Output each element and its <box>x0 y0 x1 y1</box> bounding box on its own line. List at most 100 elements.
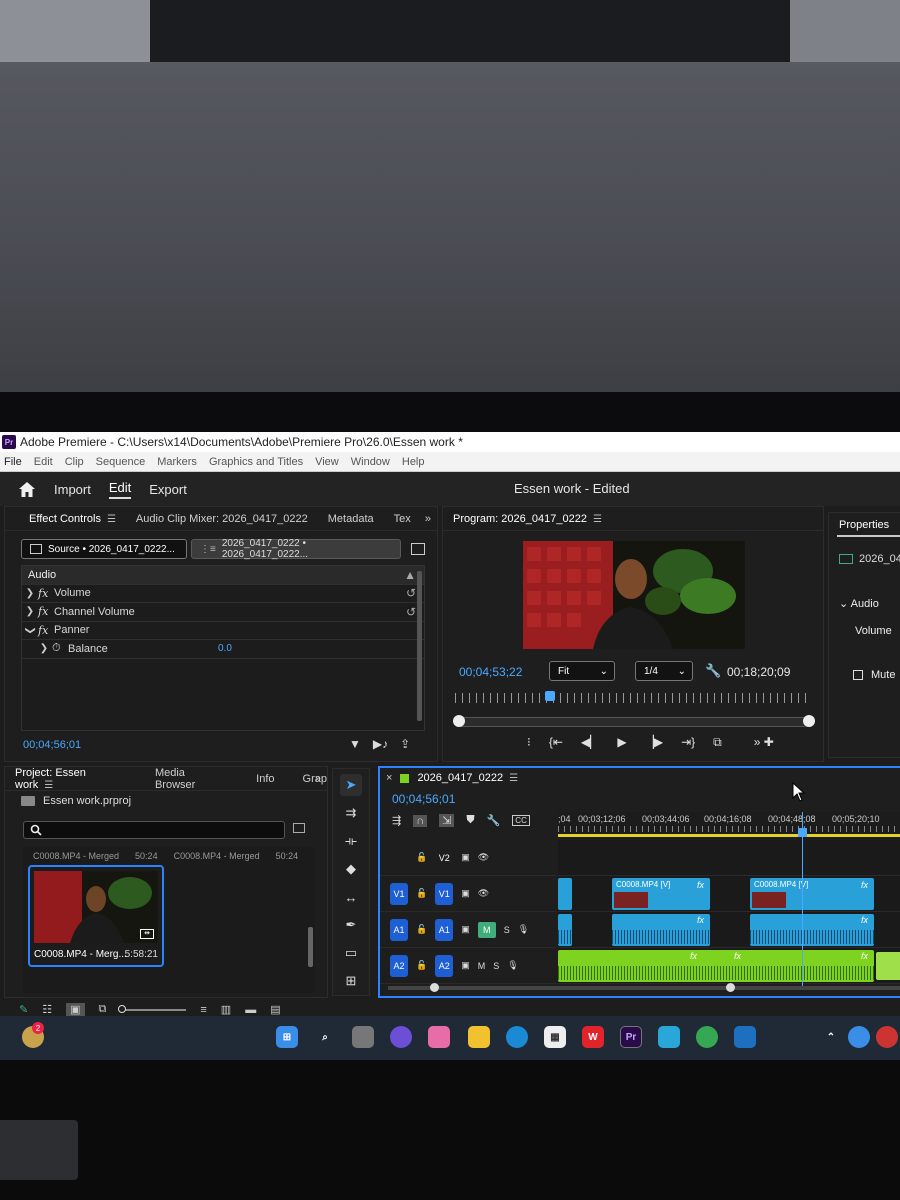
program-current-timecode[interactable]: 00;04;53;22 <box>459 665 522 679</box>
menu-view[interactable]: View <box>315 456 339 468</box>
solo-button-a1[interactable]: S <box>504 925 510 935</box>
snap-icon[interactable]: ∩ <box>413 814 428 827</box>
tab-metadata[interactable]: Metadata <box>328 513 374 525</box>
source-patch-a2[interactable]: A2 <box>390 954 408 977</box>
clip-thumbnail[interactable]: ⇹ C0008.MP4 - Merg... 5:58:21 <box>28 865 164 967</box>
source-clip-chip[interactable]: Source • 2026_0417_0222... <box>21 539 187 559</box>
timeline-clip[interactable]: C0008.MP4 [V] fx <box>612 878 710 910</box>
panel-layout-icon[interactable] <box>411 543 425 555</box>
go-to-in-icon[interactable]: {⇤ <box>549 735 563 750</box>
effect-row-panner[interactable]: ❯ fx Panner <box>22 622 424 640</box>
effect-controls-timecode[interactable]: 00;04;56;01 <box>23 739 81 751</box>
audio-clip[interactable]: fx <box>612 914 710 946</box>
more-controls-icon[interactable]: » ✚ <box>754 735 774 750</box>
new-folder-icon[interactable]: ▬ <box>245 1004 256 1016</box>
scroll-handle-left[interactable] <box>430 983 439 992</box>
audio-clip[interactable]: fx <box>750 914 874 946</box>
audio-clip[interactable]: fx fx fx <box>558 950 874 982</box>
balance-value[interactable]: 0.0 <box>218 643 232 654</box>
reset-icon[interactable]: ↺ <box>406 586 416 600</box>
project-search-input[interactable] <box>23 821 285 839</box>
checkbox[interactable] <box>853 670 863 680</box>
zoom-scrollbar[interactable] <box>457 717 809 727</box>
microphone-icon[interactable]: 🎙 <box>518 924 529 935</box>
panel-overflow-icon[interactable]: » <box>425 513 431 525</box>
automate-icon[interactable]: ▥ <box>221 1003 231 1016</box>
linked-selection-icon[interactable]: ⇲ <box>439 814 455 827</box>
nest-icon[interactable]: ⇶ <box>392 814 401 827</box>
export-frame-icon[interactable]: ⧉ <box>713 735 722 750</box>
meet-icon[interactable] <box>390 1026 412 1048</box>
sync-lock-icon[interactable]: ▣ <box>461 852 470 863</box>
freeform-view-icon[interactable]: ⧉ <box>99 1003 107 1016</box>
copilot-icon[interactable] <box>428 1026 450 1048</box>
list-view-icon[interactable]: ☷ <box>42 1003 52 1016</box>
chevron-right-icon[interactable]: ❯ <box>22 588 38 599</box>
file-explorer-icon[interactable] <box>468 1026 490 1048</box>
play-icon[interactable]: ▶ <box>617 735 626 750</box>
tab-import[interactable]: Import <box>54 482 91 497</box>
step-forward-icon[interactable]: ▕▶ <box>645 735 663 750</box>
mute-checkbox[interactable]: Mute <box>853 669 895 681</box>
timeline-timecode[interactable]: 00;04;56;01 <box>392 792 455 806</box>
slip-tool-icon[interactable]: ↔ <box>340 886 362 908</box>
home-icon[interactable] <box>18 480 36 498</box>
tab-export[interactable]: Export <box>149 482 187 497</box>
edge-icon[interactable] <box>506 1026 528 1048</box>
menu-window[interactable]: Window <box>351 456 390 468</box>
track-a2[interactable]: fx fx fx <box>558 948 900 984</box>
wps-icon[interactable]: W <box>582 1026 604 1048</box>
timeline-ruler[interactable]: ;04 00;03;12;06 00;03;44;06 00;04;16;08 … <box>558 812 900 838</box>
sync-lock-icon[interactable]: ▣ <box>461 888 470 899</box>
pen-tool-icon[interactable]: ✒ <box>340 914 362 936</box>
menu-markers[interactable]: Markers <box>157 456 197 468</box>
settings-wrench-icon[interactable]: 🔧 <box>487 814 501 827</box>
lock-icon[interactable]: 🔓 <box>416 852 427 863</box>
mute-button-a2[interactable]: M <box>478 961 486 971</box>
chevron-right-icon[interactable]: ❯ <box>36 643 52 654</box>
wrench-icon[interactable]: 🔧 <box>705 663 721 679</box>
notepad-icon[interactable] <box>658 1026 680 1048</box>
lock-icon[interactable]: 🔓 <box>416 960 427 971</box>
chevron-up-icon[interactable]: ⌃ <box>820 1026 842 1048</box>
track-target-a2[interactable]: A2 <box>435 954 454 977</box>
source-patch-v1[interactable]: V1 <box>390 882 408 905</box>
panel-overflow-icon[interactable]: » <box>315 773 321 785</box>
pencil-icon[interactable]: ✎ <box>19 1003 28 1016</box>
menu-sequence[interactable]: Sequence <box>96 456 146 468</box>
audio-clip[interactable] <box>558 914 572 946</box>
close-icon[interactable]: × <box>386 772 392 784</box>
eye-icon[interactable]: 👁 <box>478 888 489 899</box>
captions-icon[interactable]: CC <box>512 815 530 826</box>
add-marker-icon[interactable]: ⁝ <box>527 735 531 750</box>
tab-edit[interactable]: Edit <box>108 480 132 499</box>
sync-lock-icon[interactable]: ▣ <box>461 924 470 935</box>
lock-icon[interactable]: 🔓 <box>416 888 427 899</box>
menu-graphics[interactable]: Graphics and Titles <box>209 456 303 468</box>
effect-row-balance[interactable]: ❯ ⏱ Balance 0.0 <box>22 640 424 659</box>
premiere-taskbar-icon[interactable]: Pr <box>620 1026 642 1048</box>
step-back-icon[interactable]: ◀▏ <box>581 735 599 750</box>
type-tool-icon[interactable]: ⊞ <box>340 970 362 992</box>
go-to-out-icon[interactable]: ⇥} <box>681 735 695 750</box>
selection-tool-icon[interactable]: ➤ <box>340 774 362 796</box>
fit-dropdown[interactable]: Fit ⌄ <box>549 661 615 681</box>
menu-help[interactable]: Help <box>402 456 425 468</box>
source-patch-a1[interactable]: A1 <box>390 918 408 941</box>
stopwatch-icon[interactable]: ⏱ <box>52 642 68 655</box>
razor-tool-icon[interactable]: ◆ <box>340 858 362 880</box>
play-audio-icon[interactable]: ▶♪ <box>373 737 388 751</box>
tab-program[interactable]: Program: 2026_0417_0222 ☰ <box>453 513 602 525</box>
eye-icon[interactable]: 👁 <box>478 852 489 863</box>
effect-scrollbar[interactable] <box>417 571 422 721</box>
timeline-playhead[interactable] <box>798 828 807 837</box>
icon-view-icon[interactable]: ▣ <box>66 1003 85 1016</box>
sequence-clip-chip[interactable]: ⋮≡ 2026_0417_0222 • 2026_0417_0222... <box>191 538 401 560</box>
tab-project[interactable]: Project: Essen work ☰ <box>15 767 127 791</box>
menu-clip[interactable]: Clip <box>65 456 84 468</box>
track-target-v2[interactable]: V2 <box>435 847 453 869</box>
zoom-handle-left[interactable] <box>453 715 465 727</box>
tab-effect-controls[interactable]: Effect Controls ☰ <box>29 513 116 525</box>
chart-app-icon[interactable] <box>734 1026 756 1048</box>
windows-start-icon[interactable]: ⊞ <box>276 1026 298 1048</box>
